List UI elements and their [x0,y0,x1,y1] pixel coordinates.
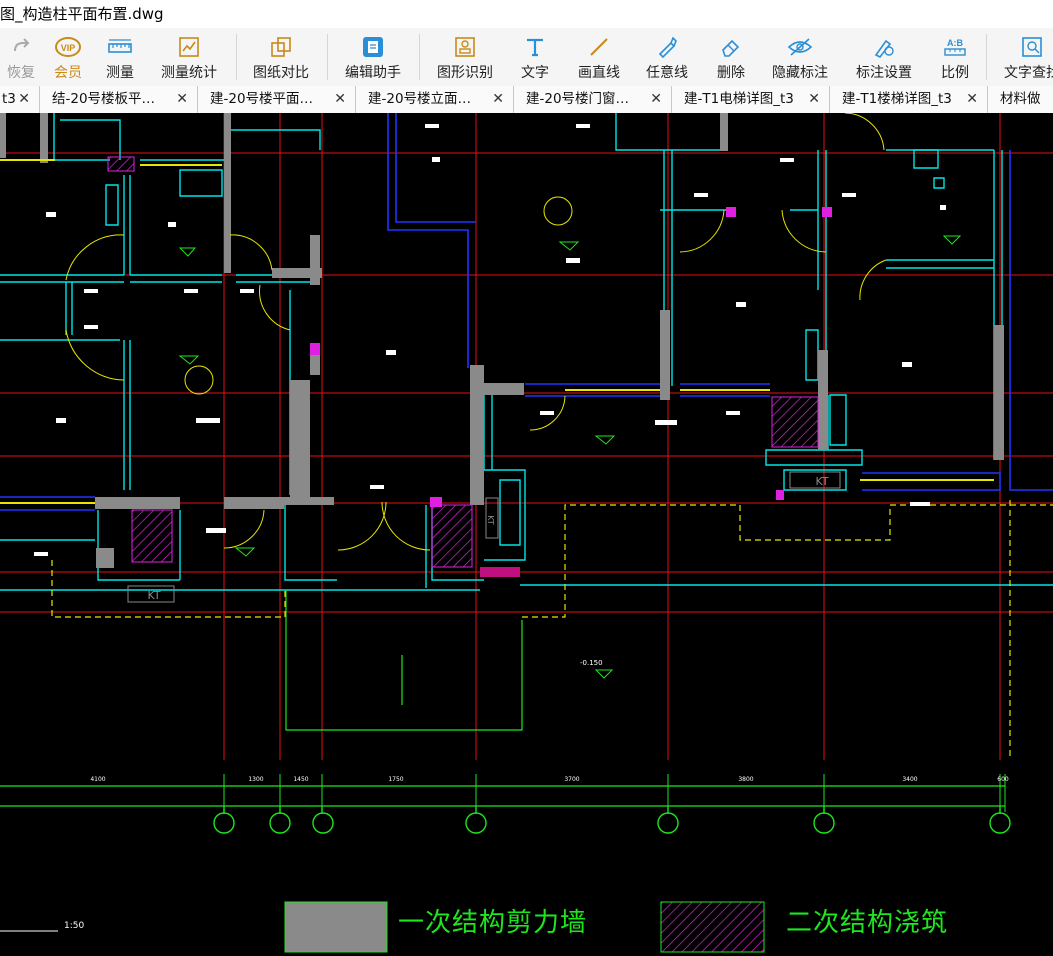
floor-plan-drawing[interactable]: -0.150 KT KT KT 4100 1300 1450 1750 3700… [0,113,1053,956]
text-icon [527,38,543,57]
svg-text:4100: 4100 [90,776,105,783]
yellow-outlines [51,500,1053,760]
blue-walls [0,113,1053,511]
draw-line-button[interactable]: 画直线 [574,28,624,86]
tab-document[interactable]: 建-T1楼梯详图_t3 ✕ [830,86,988,113]
eye-hide-icon [787,38,813,56]
tab-document[interactable]: 建-20号楼门窗… ✕ [514,86,672,113]
close-icon[interactable]: ✕ [334,86,346,113]
ruler-icon [108,39,132,53]
svg-text:-0.150: -0.150 [580,659,603,667]
scale-indicator: 1:50 [0,921,84,932]
annotation-settings-icon [874,39,894,59]
toolbar: 恢复 VIP 会员 测量 测量统计 图纸对比 编辑助手 图形识别 文字 画直线 … [0,28,1053,87]
close-icon[interactable]: ✕ [176,86,188,113]
document-tab-bar: t3 ✕ 结-20号楼板平… ✕ 建-20号楼平面… ✕ 建-20号楼立面… ✕ 建-2… [0,86,1053,114]
toolbar-separator [236,34,237,80]
svg-text:A:B: A:B [947,38,963,48]
eraser-icon [722,39,740,57]
svg-text:600: 600 [997,776,1009,783]
line-icon [590,38,608,56]
secondary-pour-swatch [660,901,765,953]
tab-document[interactable]: 建-20号楼平面… ✕ [198,86,356,113]
svg-text:KT: KT [486,515,495,525]
scale-icon: A:B [944,38,966,56]
elevation-text: -0.150 [580,659,603,667]
tab-document[interactable]: 结-20号楼板平… ✕ [40,86,198,113]
svg-text:KT: KT [147,589,160,602]
window-title: 图_构造柱平面布置.dwg [0,5,164,23]
toolbar-separator [327,34,328,80]
tab-document[interactable]: 材料做 [988,86,1053,113]
delete-button[interactable]: 删除 [712,28,750,86]
svg-text:3800: 3800 [738,776,753,783]
close-icon[interactable]: ✕ [650,86,662,113]
redo-icon [14,38,30,52]
hide-annotation-button[interactable]: 隐藏标注 [768,28,832,86]
svg-text:VIP: VIP [61,43,76,53]
measure-button[interactable]: 测量 [98,28,142,86]
shape-recognition-button[interactable]: 图形识别 [434,28,496,86]
drawing-canvas[interactable]: -0.150 KT KT KT 4100 1300 1450 1750 3700… [0,113,1053,956]
freehand-icon [658,36,677,59]
tab-document[interactable]: t3 ✕ [0,86,40,113]
toolbar-separator [419,34,420,80]
edit-assistant-icon [363,37,383,57]
close-icon[interactable]: ✕ [966,86,978,113]
svg-text:1750: 1750 [388,776,403,783]
svg-text:1:50: 1:50 [64,921,84,931]
svg-text:KT: KT [815,475,828,488]
measure-stats-button[interactable]: 测量统计 [158,28,220,86]
tab-document[interactable]: 建-20号楼立面… ✕ [356,86,514,113]
svg-text:3700: 3700 [564,776,579,783]
svg-text:1450: 1450 [293,776,308,783]
gray-shear-walls [0,113,1004,568]
scale-button[interactable]: A:B 比例 [936,28,974,86]
toolbar-separator [986,34,987,80]
svg-text:1300: 1300 [248,776,263,783]
text-search-button[interactable]: 文字查找 [1000,28,1053,86]
close-icon[interactable]: ✕ [492,86,504,113]
measure-stats-icon [179,37,199,57]
redo-button[interactable]: 恢复 [2,28,40,86]
tab-document[interactable]: 建-T1电梯详图_t3 ✕ [672,86,830,113]
vip-button[interactable]: VIP 会员 [48,28,88,86]
dimension-texts: 4100 1300 1450 1750 3700 3800 3400 600 [90,776,1009,783]
text-button[interactable]: 文字 [516,28,554,86]
axis-bubbles [213,806,1011,834]
compare-icon [271,37,291,57]
vip-icon: VIP [55,37,81,57]
close-icon[interactable]: ✕ [808,86,820,113]
close-icon[interactable]: ✕ [18,86,30,113]
edit-assistant-button[interactable]: 编辑助手 [342,28,404,86]
shear-wall-swatch [284,901,388,953]
compare-button[interactable]: 图纸对比 [250,28,312,86]
legend-secondary-pour-label: 二次结构浇筑 [786,908,949,938]
green-lines [0,590,1005,807]
room-text-marks [34,124,946,556]
shape-recognition-icon [455,37,475,57]
window-title-bar: 图_构造柱平面布置.dwg [0,0,1053,28]
freehand-button[interactable]: 任意线 [642,28,692,86]
svg-text:3400: 3400 [902,776,917,783]
text-search-icon [1022,37,1042,57]
legend-shear-wall-label: 一次结构剪力墙 [398,908,588,938]
yellow-wall-segments [0,159,994,504]
annotation-settings-button[interactable]: 标注设置 [852,28,916,86]
